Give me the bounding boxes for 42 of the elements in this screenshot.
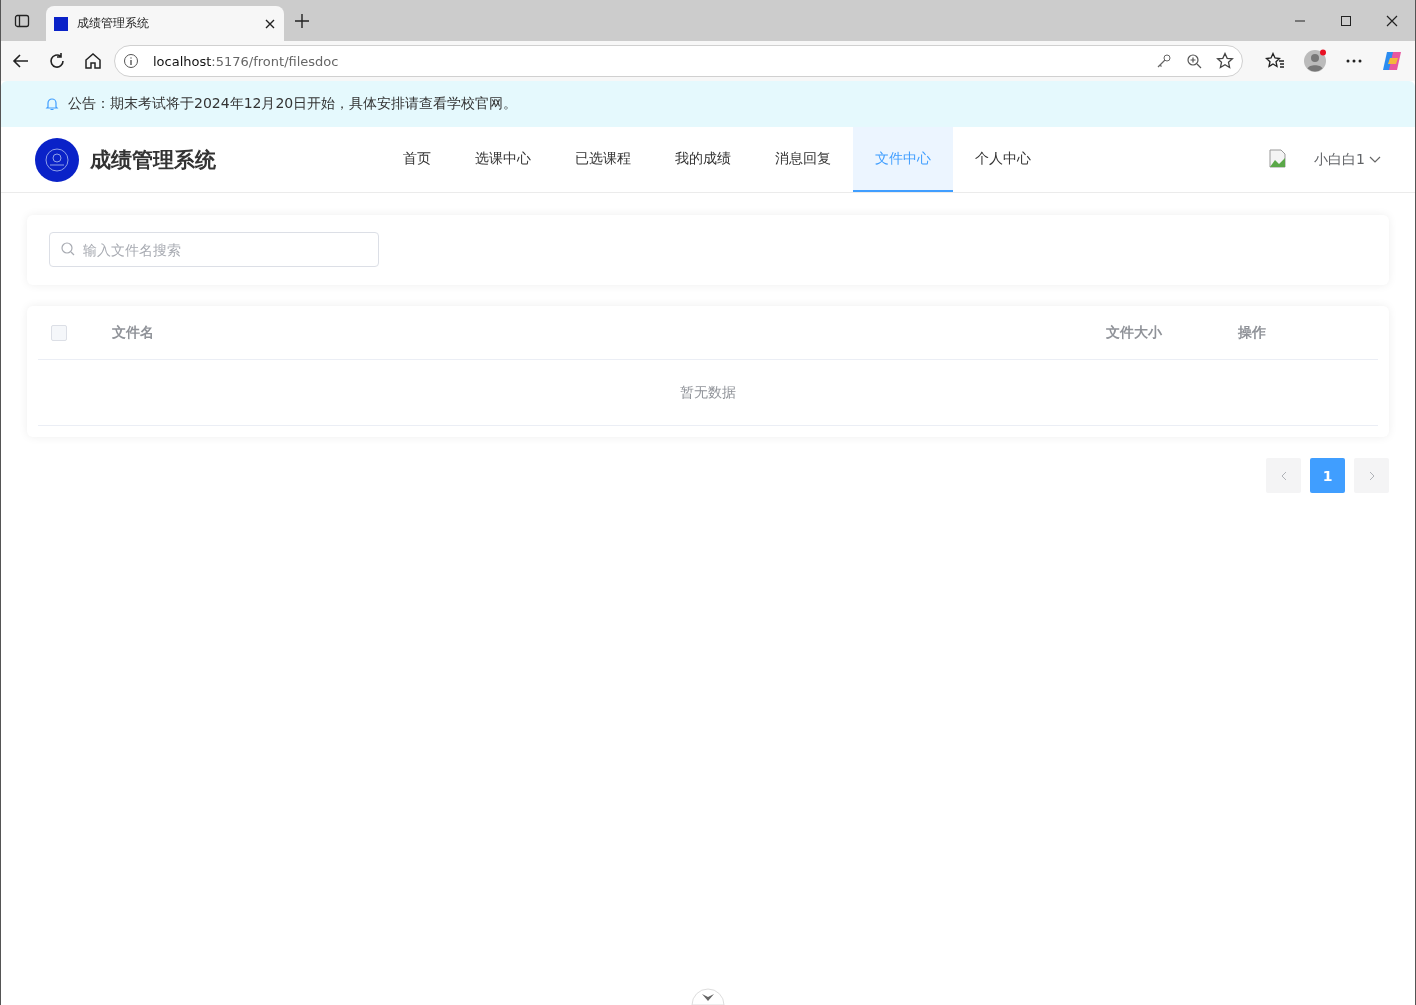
chevron-right-icon	[1367, 470, 1376, 481]
tab-title: 成绩管理系统	[77, 15, 150, 32]
close-icon[interactable]	[1386, 14, 1398, 27]
empty-text: 暂无数据	[680, 383, 736, 402]
nav-tab[interactable]: 已选课程	[553, 127, 653, 192]
new-tab-icon[interactable]	[294, 12, 310, 29]
back-icon[interactable]	[12, 52, 30, 70]
tab-actions-icon[interactable]	[14, 12, 30, 29]
nav-tab[interactable]: 首页	[381, 127, 453, 192]
search-field[interactable]: 输入文件名搜索	[49, 232, 379, 267]
nav-tab[interactable]: 消息回复	[753, 127, 853, 192]
zoom-icon[interactable]	[1186, 53, 1202, 69]
maximize-icon[interactable]	[1340, 14, 1352, 27]
info-icon	[123, 53, 139, 69]
column-header: 操作	[1238, 323, 1266, 340]
close-icon[interactable]	[264, 17, 276, 30]
bell-icon	[45, 97, 59, 111]
more-icon[interactable]	[1345, 58, 1363, 64]
browser-tab[interactable]: 成绩管理系统	[46, 6, 284, 41]
scroll-down-icon[interactable]	[691, 985, 725, 1005]
search-icon	[61, 242, 75, 256]
profile-icon[interactable]	[1303, 49, 1327, 73]
chevron-down-icon[interactable]	[1369, 155, 1381, 164]
reload-icon[interactable]	[48, 52, 66, 70]
nav-tab[interactable]: 个人中心	[953, 127, 1053, 192]
logo-emblem-icon	[35, 137, 79, 182]
key-icon[interactable]	[1156, 53, 1172, 69]
nav-tab[interactable]: 选课中心	[453, 127, 553, 192]
copilot-icon[interactable]	[1381, 50, 1403, 72]
user-menu[interactable]: 小白白1	[1314, 150, 1365, 169]
nav-tab[interactable]: 我的成绩	[653, 127, 753, 192]
favorites-icon[interactable]	[1265, 52, 1285, 70]
chevron-left-icon	[1279, 470, 1288, 481]
address-bar[interactable]: localhost:5176/front/filesdoc	[114, 45, 1243, 77]
notice-text: 公告：期末考试将于2024年12月20日开始，具体安排请查看学校官网。	[68, 95, 518, 113]
column-header: 文件大小	[1106, 323, 1162, 340]
select-all-checkbox[interactable]	[51, 324, 67, 341]
column-header: 文件名	[112, 323, 154, 340]
home-icon[interactable]	[84, 52, 102, 70]
favicon-icon	[54, 16, 68, 31]
favorite-star-icon[interactable]	[1216, 52, 1234, 70]
site-title: 成绩管理系统	[90, 146, 216, 174]
